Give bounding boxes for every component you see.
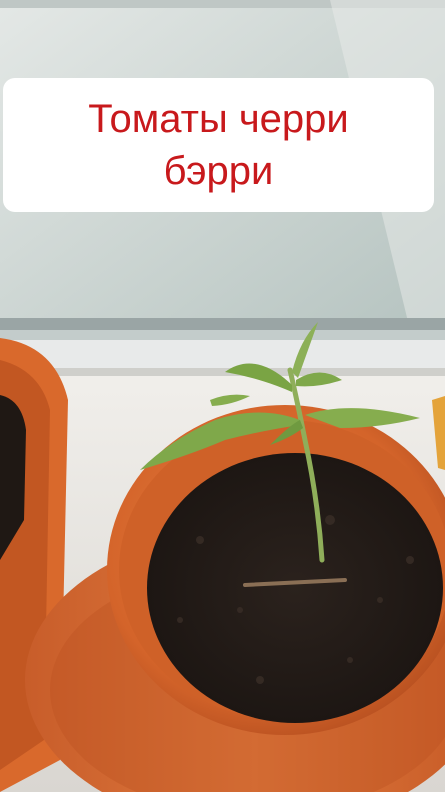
title-caption: Томаты черри бэрри xyxy=(3,78,434,212)
title-line-1: Томаты черри xyxy=(88,97,349,141)
photo-scene: Томаты черри бэрри xyxy=(0,0,445,792)
title-line-2: бэрри xyxy=(163,149,274,193)
